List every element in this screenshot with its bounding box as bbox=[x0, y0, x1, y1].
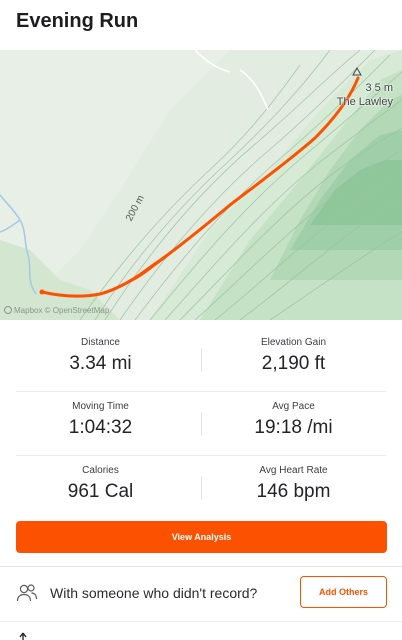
stat-label: Calories bbox=[82, 465, 119, 476]
stat-calories: Calories 961 Cal bbox=[0, 456, 201, 520]
map-attribution[interactable]: Mapbox © OpenStreetMap bbox=[4, 306, 109, 315]
stat-elevation-gain: Elevation Gain 2,190 ft bbox=[201, 328, 386, 392]
peak-label: 3 5 m The Lawley bbox=[325, 81, 393, 109]
stat-value: 3.34 mi bbox=[69, 353, 132, 374]
peak-name: The Lawley bbox=[336, 96, 393, 108]
share-icon[interactable] bbox=[16, 632, 30, 640]
stat-value: 1:04:32 bbox=[68, 417, 133, 438]
stat-label: Distance bbox=[81, 337, 120, 348]
stat-label: Elevation Gain bbox=[260, 337, 327, 348]
stat-moving-time: Moving Time 1:04:32 bbox=[0, 392, 201, 456]
stat-value: 19:18 /mi bbox=[254, 417, 333, 438]
route-map[interactable]: 200 m 3 5 m The Lawley Mapbox © OpenStre… bbox=[0, 50, 402, 320]
stat-value: 146 bpm bbox=[256, 481, 331, 502]
stat-row: Distance 3.34 mi Elevation Gain 2,190 ft bbox=[16, 328, 386, 392]
stat-avg-heart-rate: Avg Heart Rate 146 bpm bbox=[201, 456, 386, 520]
stat-label: Moving Time bbox=[72, 401, 129, 412]
stats-grid: Distance 3.34 mi Elevation Gain 2,190 ft… bbox=[0, 320, 402, 514]
stat-row: Calories 961 Cal Avg Heart Rate 146 bpm bbox=[16, 456, 386, 520]
header: Evening Run bbox=[0, 0, 402, 50]
stat-label: Avg Heart Rate bbox=[259, 465, 328, 476]
people-icon bbox=[16, 584, 38, 602]
peak-elevation: 3 5 m bbox=[365, 82, 393, 94]
stat-row: Moving Time 1:04:32 Avg Pace 19:18 /mi bbox=[16, 392, 386, 456]
divider bbox=[0, 621, 402, 622]
add-others-row: With someone who didn't record? Add Othe… bbox=[0, 567, 402, 621]
add-others-button[interactable]: Add Others bbox=[300, 576, 387, 608]
others-prompt: With someone who didn't record? bbox=[50, 585, 258, 601]
info-icon bbox=[4, 306, 12, 314]
stat-value: 2,190 ft bbox=[261, 353, 326, 374]
view-analysis-button[interactable]: View Analysis bbox=[16, 521, 387, 553]
stat-label: Avg Pace bbox=[272, 401, 315, 412]
stat-distance: Distance 3.34 mi bbox=[0, 328, 201, 392]
page-title: Evening Run bbox=[16, 10, 139, 32]
stat-value: 961 Cal bbox=[67, 481, 134, 502]
stat-avg-pace: Avg Pace 19:18 /mi bbox=[201, 392, 386, 456]
